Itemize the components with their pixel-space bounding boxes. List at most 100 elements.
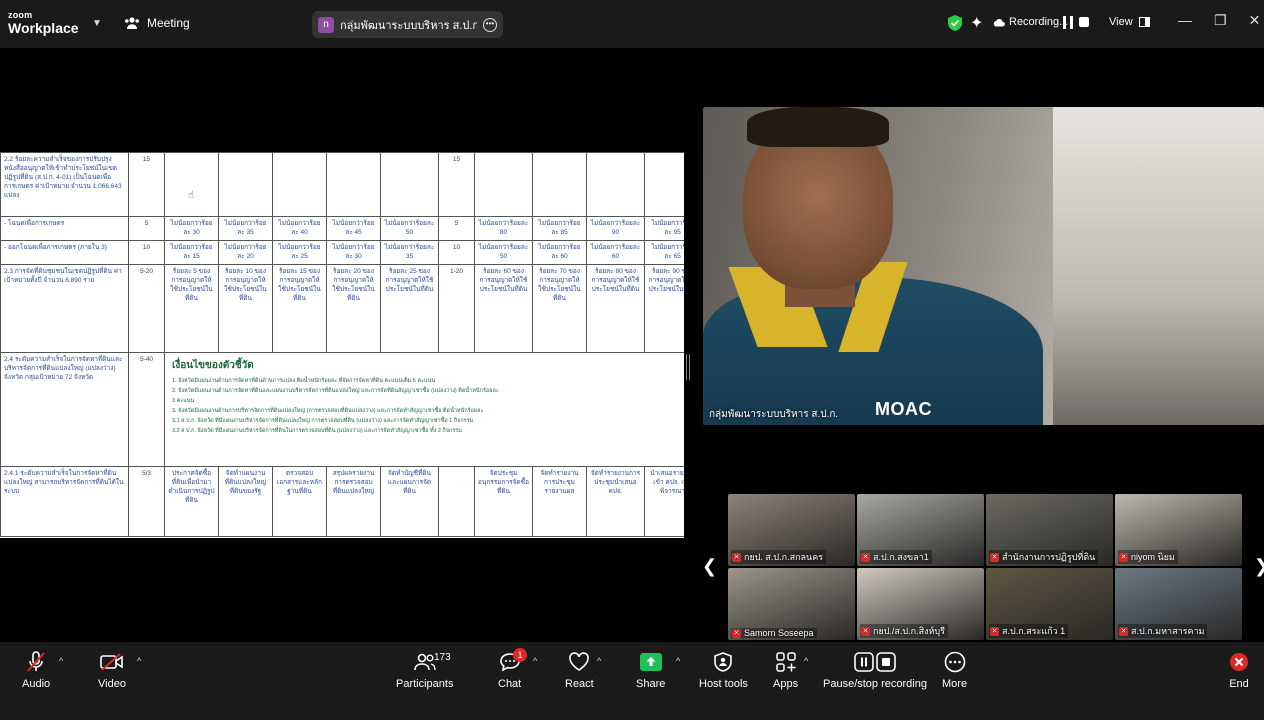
pause-stop-label: Pause/stop recording (823, 678, 927, 690)
participants-label: Participants (396, 678, 454, 690)
participant-tile[interactable]: ✕ กยป. ส.ป.ก.สกลนคร (728, 494, 855, 566)
table-cell (164, 152, 219, 217)
host-tools-button[interactable]: Host tools (699, 650, 748, 690)
indicator-description: 2.2 ร้อยละความสำเร็จของการปรับปรุงหนังสื… (0, 152, 129, 217)
more-options-icon[interactable]: ••• (483, 17, 497, 32)
participant-tile[interactable]: ✕ Samorn Soseepa (728, 568, 855, 640)
chat-label: Chat (498, 678, 522, 690)
chevron-down-icon[interactable]: ▼ (92, 18, 102, 29)
indicator-weight: 5 (128, 216, 165, 241)
table-cell: ตรวจสอบเอกสารและหลักฐานที่ดิน (272, 466, 327, 537)
resize-splitter[interactable] (686, 354, 690, 380)
participants-count: 173 (434, 652, 451, 663)
table-cell: 1-20 (438, 264, 475, 353)
table-cell: ร้อยละ 15 ของการอนุญาตให้ใช้ประโยชน์ในที… (272, 264, 327, 353)
table-cell: ไม่น้อยกว่าร้อยละ 90 (586, 216, 645, 241)
react-options-caret[interactable]: ^ (597, 656, 601, 666)
table-row: 2.4 ระดับความสำเร็จในการจัดหาที่ดินและบร… (0, 352, 684, 467)
table-cell: ไม่น้อยกว่าร้อยละ 95 (644, 216, 684, 241)
minimize-icon[interactable]: — (1178, 12, 1192, 29)
close-icon[interactable]: ✕ (1249, 12, 1261, 29)
table-cell: นำเสนอรายงานเข้า คปจ. เพื่อพิจารณา (644, 466, 684, 537)
mic-muted-icon: ✕ (732, 628, 741, 638)
conditions-title: เงื่อนไขของตัวชี้วัด (172, 360, 254, 371)
participant-tile[interactable]: ✕ ส.ป.ก.มหาสารคาม (1115, 568, 1242, 640)
shield-check-icon[interactable] (948, 15, 962, 31)
restore-icon[interactable]: ❐ (1214, 12, 1227, 29)
more-icon (944, 651, 965, 673)
conditions-line: 3.1 ส.ป.ก. จังหวัด ที่มีแผนงานบริหารจัดก… (172, 418, 474, 424)
gallery-prev-arrow[interactable]: ❮ (702, 556, 717, 577)
participant-name-tag: ✕ สำนักงานการปฏิรูปที่ดิน (989, 550, 1099, 564)
table-row: 2.4.1 ระดับความสำเร็จในการจัดหาที่ดินแปล… (0, 466, 684, 537)
video-label: Video (98, 678, 126, 690)
table-cell: ไม่น้อยกว่าร้อยละ 40 (272, 216, 327, 241)
logo-big-text: Workplace (8, 20, 79, 36)
pause-icon[interactable] (1063, 16, 1073, 29)
recording-indicator[interactable]: Recording... (993, 16, 1068, 28)
gallery-next-arrow[interactable]: ❯ (1254, 556, 1264, 577)
table-cell: จัดทำแผนงานที่ดินแปลงใหญ่ที่ดินของรัฐ (218, 466, 273, 537)
table-cell: 5 (438, 216, 475, 241)
audio-button[interactable]: Audio (22, 650, 50, 690)
background-wall (1053, 107, 1264, 425)
mic-muted-icon: ✕ (990, 552, 999, 562)
meeting-toolbar: Audio ^ Video ^ Participants 173 Chat 1 … (0, 642, 1264, 720)
apps-options-caret[interactable]: ^ (804, 656, 808, 666)
table-row: 2.3 การจัดที่ดินชุมชนในเขตปฏิรูปที่ดิน ค… (0, 264, 684, 353)
table-row: - ออกโฉนดเพื่อการเกษตร (ภายใน 3) 10 ไม่น้อ… (0, 240, 684, 265)
indicator-weight: 5-40 (128, 352, 165, 467)
sharer-avatar: n (318, 16, 334, 33)
shared-screen-document[interactable]: 2.2 ร้อยละความสำเร็จของการปรับปรุงหนังสื… (0, 152, 684, 538)
end-meeting-button[interactable]: End (1229, 650, 1249, 690)
table-cell: ไม่น้อยกว่าร้อยละ 45 (326, 216, 381, 241)
table-cell: ไม่น้อยกว่าร้อยละ 60 (586, 240, 645, 265)
share-options-caret[interactable]: ^ (676, 656, 680, 666)
apps-button[interactable]: Apps (773, 650, 798, 690)
participant-tile[interactable]: ✕ สำนักงานการปฏิรูปที่ดิน (986, 494, 1113, 566)
table-cell (474, 152, 533, 217)
stop-icon[interactable] (1079, 17, 1089, 27)
table-cell: จัดประชุมอนุกรรมการจัดซื้อที่ดิน (474, 466, 533, 537)
share-screen-button[interactable]: Share (636, 650, 665, 690)
react-button[interactable]: React (565, 650, 594, 690)
participant-tile[interactable]: ✕ ส.ป.ก.สงขลา1 (857, 494, 984, 566)
participant-tile[interactable]: ✕ ส.ป.ก.สระแก้ว 1 (986, 568, 1113, 640)
participant-name-tag: ✕ Samorn Soseepa (731, 628, 817, 638)
chat-options-caret[interactable]: ^ (533, 656, 537, 666)
pause-stop-recording-button[interactable]: Pause/stop recording (823, 650, 927, 690)
active-speaker-video[interactable]: MOAC กลุ่มพัฒนาระบบบริหาร ส.ป.ก. (703, 107, 1264, 425)
recording-controls (1063, 16, 1089, 29)
participant-tile[interactable]: ✕ กยป./ส.ป.ก.สิงห์บุรี (857, 568, 984, 640)
screen-share-pill[interactable]: n กลุ่มพัฒนาระบบบริหาร ส.ป.ก.'s screen •… (312, 11, 503, 38)
table-row: - โฉนดเพื่อการเกษตร 5 ไม่น้อยกว่าร้อยละ 30… (0, 216, 684, 241)
participant-name: Samorn Soseepa (744, 628, 814, 638)
indicator-weight: 10 (128, 240, 165, 265)
table-cell (532, 152, 587, 217)
more-button[interactable]: More (942, 650, 967, 690)
video-off-icon (100, 653, 123, 671)
table-cell: ไม่น้อยกว่าร้อยละ 25 (272, 240, 327, 265)
mic-muted-icon: ✕ (732, 552, 741, 562)
video-button[interactable]: Video (98, 650, 126, 690)
participant-gallery: ✕ กยป. ส.ป.ก.สกลนคร ✕ ส.ป.ก.สงขลา1 ✕ สำนักงาน… (728, 494, 1242, 640)
meeting-menu-button[interactable]: Meeting (124, 16, 190, 30)
view-button[interactable]: View (1109, 16, 1150, 28)
conditions-line: 3. จังหวัดมีแผนงานด้านการบริหารจัดการที่… (172, 408, 484, 414)
video-options-caret[interactable]: ^ (137, 656, 141, 666)
indicator-weight: 5-20 (128, 264, 165, 353)
conditions-line: 2. จังหวัดมีแผนงานด้านการจัดหาที่ดินและแ… (172, 388, 499, 394)
table-cell: ประกาศจัดซื้อที่ดินเพื่อนำมาดำเนินการปฏิ… (164, 466, 219, 537)
table-cell: ร้อยละ 5 ของการอนุญาตให้ใช้ประโยชน์ในที่… (164, 264, 219, 353)
indicator-description: - โฉนดเพื่อการเกษตร (0, 216, 129, 241)
ai-companion-icon[interactable]: ✦ (970, 13, 983, 33)
table-cell: ร้อยละ 25 ของการอนุญาตให้ใช้ประโยชน์ในที… (380, 264, 439, 353)
audio-options-caret[interactable]: ^ (59, 656, 63, 666)
more-label: More (942, 678, 968, 690)
participant-name-tag: ✕ ส.ป.ก.สระแก้ว 1 (989, 624, 1069, 638)
end-icon (1230, 653, 1248, 671)
table-cell: ร้อยละ 70 ของการอนุญาตให้ใช้ประโยชน์ในที… (532, 264, 587, 353)
participant-tile[interactable]: ✕ niyom นิยม (1115, 494, 1242, 566)
indicator-table: 2.2 ร้อยละความสำเร็จของการปรับปรุงหนังสื… (0, 152, 684, 537)
table-cell (380, 152, 439, 217)
